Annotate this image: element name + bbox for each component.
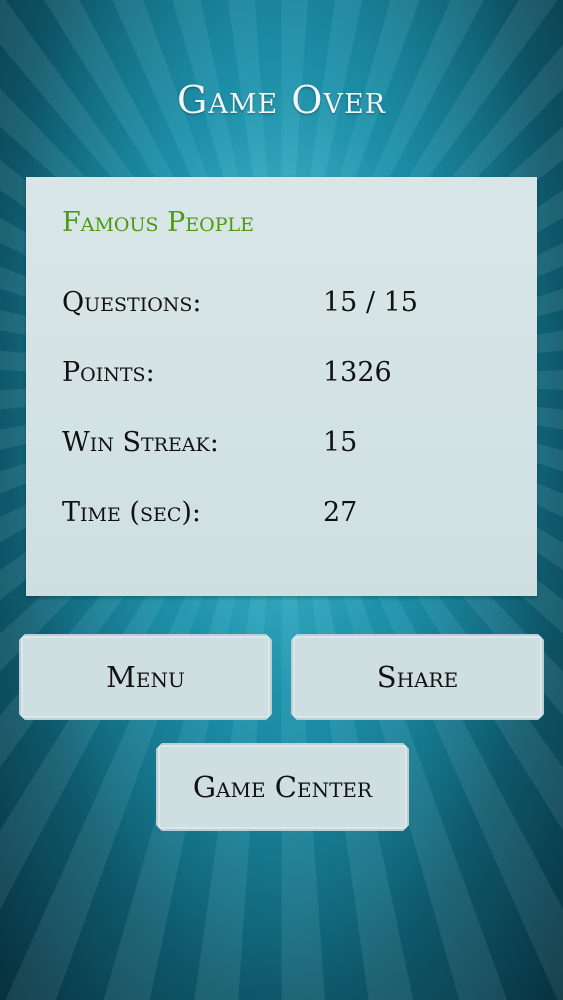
menu-button-label: Menu [106,660,185,694]
stat-value: 1326 [323,357,392,388]
results-panel: Famous People Questions: 15 / 15 Points:… [26,177,537,596]
stat-label: Win Streak: [62,427,219,458]
page-title: Game Over [177,78,386,122]
stat-value: 27 [323,497,358,528]
stat-value: 15 / 15 [323,287,418,318]
stat-label: Time (sec): [62,497,202,528]
stat-label: Questions: [62,287,202,318]
game-center-button[interactable]: Game Center [156,743,409,831]
stat-label: Points: [62,357,155,388]
share-button-label: Share [376,660,459,694]
game-center-button-label: Game Center [192,770,373,804]
menu-button[interactable]: Menu [19,634,272,720]
category-name: Famous People [62,207,254,238]
share-button[interactable]: Share [291,634,544,720]
stat-row-win-streak: Win Streak: 15 [62,427,502,467]
stat-row-points: Points: 1326 [62,357,502,397]
stat-value: 15 [323,427,358,458]
stat-row-time: Time (sec): 27 [62,497,502,537]
stat-row-questions: Questions: 15 / 15 [62,287,502,327]
